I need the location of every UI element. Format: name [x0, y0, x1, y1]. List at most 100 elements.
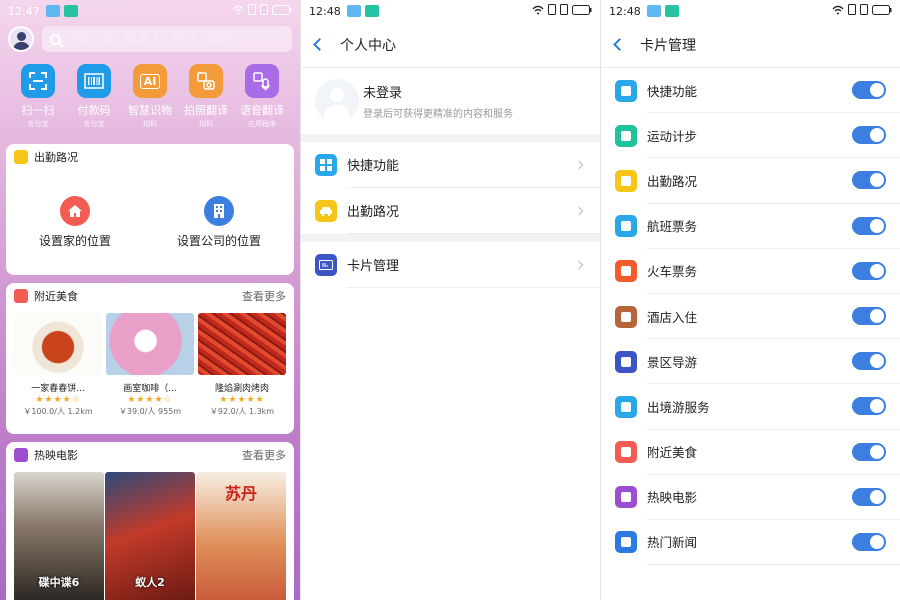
- chevron-right-icon: [574, 260, 584, 269]
- wifi-icon: [532, 5, 544, 18]
- status-time: 12:48: [609, 4, 641, 18]
- landmark-icon: [615, 350, 637, 373]
- movie-more-link[interactable]: 查看更多: [242, 447, 286, 463]
- search-icon: [50, 33, 61, 45]
- card-icon: [315, 254, 337, 276]
- menu-item-card-management[interactable]: 卡片管理: [301, 242, 600, 288]
- commute-card: 出勤路况 设置家的位置 设置公司的位置: [6, 144, 294, 275]
- commute-title: 出勤路况: [34, 151, 78, 164]
- food-more-link[interactable]: 查看更多: [242, 288, 286, 304]
- profile-name: 未登录: [363, 86, 403, 101]
- notification-icon: [45, 5, 60, 17]
- card-item-food: 附近美食: [601, 430, 900, 475]
- menu-item-commute[interactable]: 出勤路况: [301, 188, 600, 234]
- card-item-shoe: 运动计步: [601, 113, 900, 159]
- back-icon[interactable]: [613, 38, 626, 51]
- profile-desc: 登录后可获得更精准的内容和服务: [363, 109, 513, 120]
- card-toggle[interactable]: [852, 261, 886, 280]
- card-item-train: 火车票务: [601, 249, 900, 294]
- movie-title: 热映电影: [34, 449, 78, 462]
- car-icon: [615, 169, 637, 192]
- movie-poster[interactable]: 蚁人2: [105, 472, 195, 600]
- app-smart-recognition[interactable]: AI 智慧识物 相机: [122, 64, 178, 129]
- sim-icon: [260, 4, 268, 18]
- home-icon: [59, 196, 90, 226]
- hotel-icon: [615, 305, 637, 328]
- profile-login[interactable]: 未登录 登录后可获得更精准的内容和服务: [301, 68, 600, 134]
- sim-icon: [560, 4, 568, 18]
- globe-icon: [615, 395, 637, 418]
- food-image: [14, 313, 102, 375]
- wifi-icon: [832, 5, 844, 18]
- menu-item-shortcuts[interactable]: 快捷功能: [301, 142, 600, 188]
- status-time: 12:48: [309, 4, 341, 18]
- home-panel: 12:47 搜索应用、联系人、短信、网页... 扫一扫 支付宝 付款码 支付宝 …: [0, 0, 300, 600]
- card-toggle[interactable]: [852, 532, 886, 551]
- battery-icon: [272, 4, 292, 18]
- back-icon[interactable]: [313, 38, 326, 51]
- card-toggle[interactable]: [852, 397, 886, 416]
- status-time: 12:47: [8, 4, 40, 18]
- film-icon: [615, 486, 637, 509]
- set-company-button[interactable]: 设置公司的位置: [177, 196, 261, 249]
- car-icon: [14, 150, 28, 164]
- status-bar: 12:47: [0, 0, 300, 22]
- nearby-food-card: 附近美食 查看更多 一家春春饼... ★★★★☆ ￥100.0/人 1.2km …: [6, 283, 294, 434]
- card-toggle[interactable]: [852, 307, 886, 326]
- movie-poster[interactable]: 碟中谍6: [14, 472, 104, 600]
- food-title: 附近美食: [34, 290, 78, 303]
- card-toggle[interactable]: [852, 126, 886, 145]
- set-home-button[interactable]: 设置家的位置: [39, 196, 111, 249]
- search-row: 搜索应用、联系人、短信、网页...: [0, 22, 300, 56]
- food-item[interactable]: 画室咖啡（... ★★★★☆ ￥39.0/人 955m: [106, 313, 194, 417]
- barcode-icon: [77, 64, 111, 98]
- card-toggle[interactable]: [852, 487, 886, 506]
- food-item[interactable]: 隆焰涮肉烤肉 ★★★★★ ￥92.0/人 1.3km: [198, 313, 286, 417]
- photo-translate-icon: [189, 64, 223, 98]
- shortcut-icon: [315, 154, 337, 176]
- battery-icon: [872, 4, 892, 18]
- food-item[interactable]: 一家春春饼... ★★★★☆ ￥100.0/人 1.2km: [14, 313, 102, 417]
- status-bar: 12:48: [601, 0, 900, 22]
- card-item-film: 热映电影: [601, 475, 900, 520]
- ai-camera-icon: AI: [133, 64, 167, 98]
- card-management-panel: 12:48 卡片管理 快捷功能 运动计步 出勤路况 航班票务 火车票务 酒店入住 景区导游出…: [600, 0, 900, 600]
- card-toggle[interactable]: [852, 442, 886, 461]
- shortcut-apps: 扫一扫 支付宝 付款码 支付宝 AI 智慧识物 相机 拍照翻译 相机 语音翻译 …: [0, 56, 300, 129]
- personal-center-panel: 12:48 个人中心 未登录 登录后可获得更精准的内容和服务 快捷功能 出勤路况…: [300, 0, 600, 600]
- chevron-right-icon: [574, 160, 584, 169]
- header: 卡片管理: [601, 22, 900, 68]
- card-toggle[interactable]: [852, 216, 886, 235]
- avatar[interactable]: [8, 26, 34, 52]
- card-item-car: 出勤路况: [601, 158, 900, 204]
- notification-icon: [346, 5, 361, 17]
- app-pay-code[interactable]: 付款码 支付宝: [66, 64, 122, 129]
- voice-translate-icon: [245, 64, 279, 98]
- card-toggle[interactable]: [852, 352, 886, 371]
- building-icon: [203, 196, 234, 226]
- header: 个人中心: [301, 22, 600, 68]
- divider: [301, 134, 600, 142]
- app-scan[interactable]: 扫一扫 支付宝: [10, 64, 66, 129]
- movie-poster[interactable]: 苏丹: [196, 472, 286, 600]
- card-item-shortcut: 快捷功能: [601, 68, 900, 114]
- card-toggle[interactable]: [852, 81, 886, 100]
- app-voice-translate[interactable]: 语音翻译 应用程序: [234, 64, 290, 129]
- chevron-right-icon: [574, 206, 584, 215]
- sim-icon: [248, 4, 256, 18]
- search-placeholder: 搜索应用、联系人、短信、网页...: [65, 32, 245, 47]
- notification-icon: [364, 5, 379, 17]
- card-toggle[interactable]: [852, 171, 886, 190]
- food-image: [106, 313, 194, 375]
- app-photo-translate[interactable]: 拍照翻译 相机: [178, 64, 234, 129]
- shoe-icon: [615, 124, 637, 147]
- plane-icon: [615, 215, 637, 238]
- notification-icon: [63, 5, 78, 17]
- news-icon: [615, 531, 637, 554]
- search-input[interactable]: 搜索应用、联系人、短信、网页...: [42, 26, 292, 52]
- sim-icon: [548, 4, 556, 18]
- page-title: 卡片管理: [640, 37, 696, 54]
- card-list: 快捷功能 运动计步 出勤路况 航班票务 火车票务 酒店入住 景区导游 出境游服务 附近美食 热映电…: [601, 68, 900, 566]
- page-title: 个人中心: [340, 37, 396, 54]
- status-bar: 12:48: [301, 0, 600, 22]
